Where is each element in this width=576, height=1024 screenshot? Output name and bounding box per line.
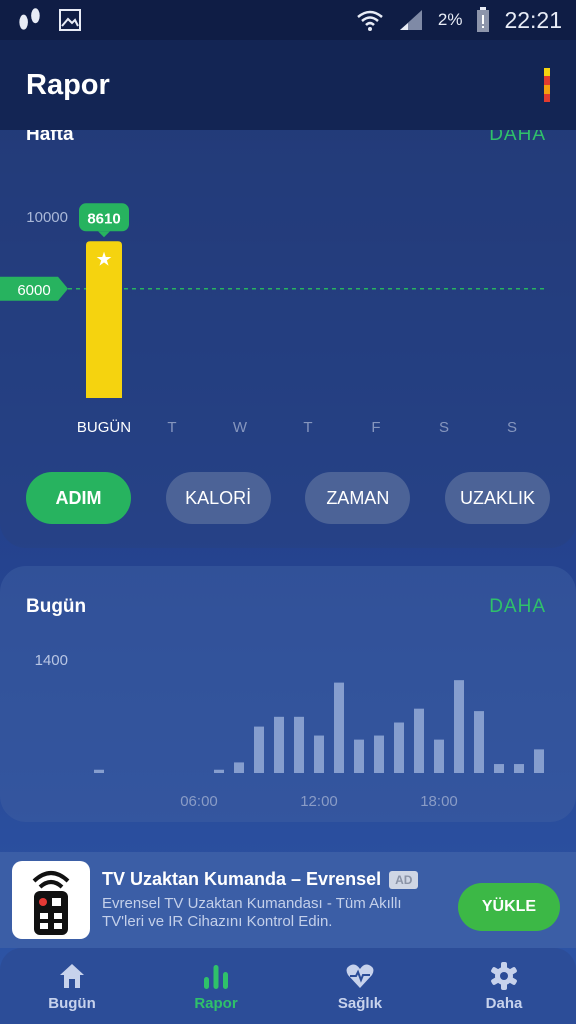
ad-description: Evrensel TV Uzaktan Kumandası - Tüm Akıl… [102, 895, 402, 930]
week-x-label: T [303, 419, 312, 436]
day-x-tick: 12:00 [300, 793, 338, 810]
hour-bar [514, 764, 524, 773]
status-time: 22:21 [504, 6, 562, 33]
heart-pulse-icon [346, 964, 374, 988]
hour-bar [394, 722, 404, 773]
week-report-card: Hafta DAHA 10000 6000 ★ 8610 BUGÜN T W T F S S ADI… [0, 130, 576, 548]
status-right: 2% 22:21 [356, 7, 562, 34]
nav-item-health[interactable]: Sağlık [288, 948, 432, 1024]
status-bar: 2% 22:21 [0, 0, 576, 40]
week-x-label: BUGÜN [77, 418, 131, 436]
hour-bar [474, 711, 484, 773]
hour-bar [434, 739, 444, 773]
battery-icon [477, 7, 490, 32]
tv-remote-icon [32, 871, 70, 935]
value-badge-pointer [98, 231, 110, 238]
signal-icon [399, 10, 422, 30]
today-hourly-chart: 1400 06:00 12:00 18:00 [35, 652, 544, 810]
bar-chart-icon [204, 964, 228, 989]
chip-calories[interactable]: KALORİ [165, 472, 271, 524]
hour-bar [494, 764, 504, 773]
bottom-nav: Bugün Rapor Sağlık Daha [0, 948, 576, 1024]
hour-bar [234, 762, 244, 773]
home-icon [60, 963, 84, 988]
ad-install-button[interactable]: YÜKLE [458, 883, 560, 931]
chip-distance[interactable]: UZAKLIK [444, 472, 550, 524]
nav-label-more: Daha [485, 994, 523, 1012]
hour-bar [274, 716, 284, 773]
colored-bar-icon[interactable] [544, 68, 550, 102]
hour-bar [334, 682, 344, 773]
battery-percent: 2% [437, 10, 463, 29]
hour-bar [214, 769, 224, 773]
nav-item-today[interactable]: Bugün [0, 948, 144, 1024]
today-report-card: Bugün DAHA 1400 06:00 12:00 18:00 [0, 566, 576, 822]
hour-bar [254, 726, 264, 773]
week-x-label: S [507, 419, 517, 436]
nav-item-more[interactable]: Daha [432, 948, 576, 1024]
hour-bar [294, 716, 304, 773]
week-x-label: T [167, 419, 176, 436]
ad-title-row: TV Uzaktan Kumanda – Evrensel AD [102, 869, 419, 890]
nav-label-health: Sağlık [337, 994, 383, 1012]
week-x-label: S [439, 419, 449, 436]
hour-bar [314, 735, 324, 773]
chip-time[interactable]: ZAMAN [305, 472, 411, 524]
week-x-label: F [371, 419, 380, 436]
page-title: Rapor [26, 68, 110, 101]
goal-label: 6000 [17, 282, 50, 299]
week-value-label: 8610 [87, 210, 120, 227]
ad-badge: AD [389, 870, 419, 889]
hour-bar [534, 749, 544, 773]
footprints-icon [19, 8, 40, 30]
hour-bar [94, 769, 104, 773]
day-x-tick: 18:00 [420, 793, 458, 810]
nav-label-report: Rapor [194, 994, 238, 1012]
hour-bar [414, 708, 424, 773]
metric-chip-row: ADIM KALORİ ZAMAN UZAKLIK [26, 472, 550, 524]
ad-title: TV Uzaktan Kumanda – Evrensel [102, 869, 382, 889]
image-icon [59, 9, 81, 31]
chip-steps[interactable]: ADIM [26, 472, 131, 524]
hour-bar [374, 735, 384, 773]
ad-app-icon[interactable] [12, 861, 90, 939]
week-steps-chart: 10000 6000 ★ 8610 BUGÜN T W T F S S [0, 203, 548, 436]
nav-label-today: Bugün [48, 994, 96, 1012]
hour-bar [354, 739, 364, 773]
day-x-tick: 06:00 [180, 793, 218, 810]
app-bar: Rapor [0, 40, 576, 130]
wifi-icon [357, 10, 383, 31]
gear-icon [491, 961, 517, 990]
week-x-label: W [233, 419, 248, 436]
star-icon: ★ [95, 249, 112, 270]
week-y-tick: 10000 [26, 209, 68, 226]
nav-item-report[interactable]: Rapor [144, 948, 288, 1024]
hour-bar [454, 680, 464, 773]
day-y-tick: 1400 [35, 652, 68, 669]
status-left [14, 5, 82, 35]
